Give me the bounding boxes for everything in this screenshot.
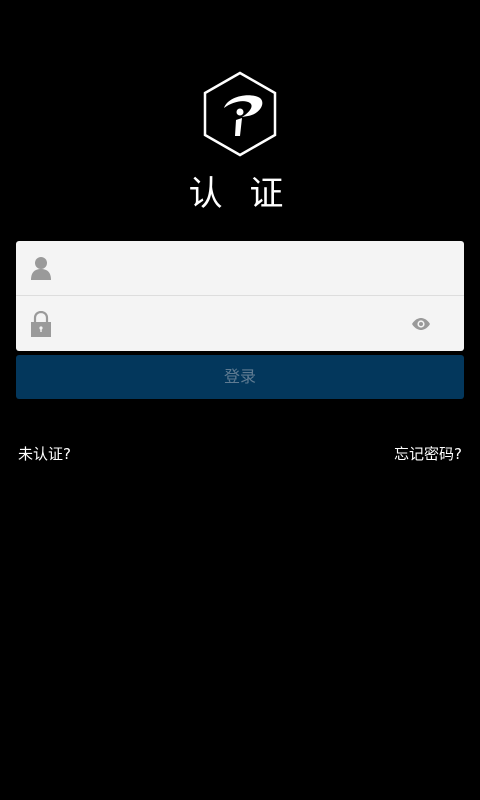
username-input[interactable] [66,247,464,289]
login-form [16,241,464,351]
not-verified-link[interactable]: 未认证? [18,444,71,464]
login-screen: 认 证 登录 未认证? 忘记密码? [0,0,480,800]
password-row [16,295,464,351]
password-input[interactable] [66,302,410,345]
login-button[interactable]: 登录 [16,355,464,399]
user-icon [30,255,52,281]
lock-icon [30,310,52,337]
username-row [16,241,464,295]
hexagon-logo-icon [202,70,278,158]
forgot-password-link[interactable]: 忘记密码? [394,444,462,464]
page-title: 认 证 [188,174,292,214]
eye-icon[interactable] [410,316,432,332]
